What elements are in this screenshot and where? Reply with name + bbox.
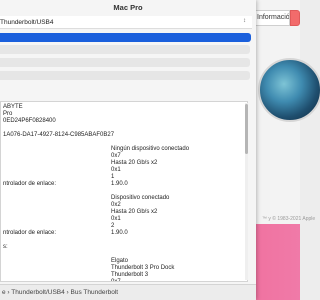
window-title: Mac Pro [113,3,143,12]
system-information-window: Mac Pro Thunderbolt/USB4 ↕ ABYTE Pro 0ED24… [0,0,256,300]
detail-value: Ningún dispositivo conectado [111,146,190,152]
list-item[interactable] [0,45,250,54]
detail-value: 0x2 [111,202,121,208]
list-item[interactable] [0,71,250,80]
detail-value: 2 [111,223,115,229]
detail-value: 0x7 [111,153,121,159]
detail-value: 1.90.0 [111,181,128,187]
macos-logo [258,58,320,122]
detail-label: s: [3,244,8,250]
detail-value: 0x1 [111,167,121,173]
detail-value: Thunderbolt 3 Pro Dock [111,265,175,271]
selected-row[interactable] [0,33,251,42]
detail-label: ntrolador de enlace: [3,230,57,236]
detail-value: 0x7 [111,279,121,282]
copyright-text: ™ y © 1983-2021 Apple [262,216,316,222]
detail-label: 1A076-DA17-4927-8124-C985ABAF0B27 [3,132,115,138]
breadcrumb: e › Thunderbolt/USB4 › Bus Thunderbolt [0,284,256,300]
detail-value: Thunderbolt 3 [111,272,149,278]
detail-label: 0ED24P6F0828400 [3,118,56,124]
bus-picker-value: Thunderbolt/USB4 [0,19,54,26]
detail-label: ABYTE [3,104,23,110]
tab-general[interactable]: Información general [252,10,290,26]
detail-label: ntrolador de enlace: [3,181,57,187]
detail-value: Elgato [111,258,129,264]
detail-value: Hasta 20 Gb/s x2 [111,160,158,166]
chevron-updown-icon: ↕ [243,18,246,24]
tab-selected[interactable] [290,10,300,26]
about-tabs: Información general [252,10,300,26]
detail-value: 1.90.0 [111,230,128,236]
bus-picker[interactable]: Thunderbolt/USB4 ↕ [0,16,252,29]
detail-value: Hasta 20 Gb/s x2 [111,209,158,215]
scrollbar-thumb[interactable] [245,104,248,154]
list-item[interactable] [0,58,250,67]
detail-label: Pro [3,111,13,117]
detail-pane: ABYTE Pro 0ED24P6F0828400 1A076-DA17-4927-8… [0,101,248,282]
detail-value: 1 [111,174,115,180]
detail-value: Dispositivo conectado [111,195,170,201]
detail-value: 0x1 [111,216,121,222]
